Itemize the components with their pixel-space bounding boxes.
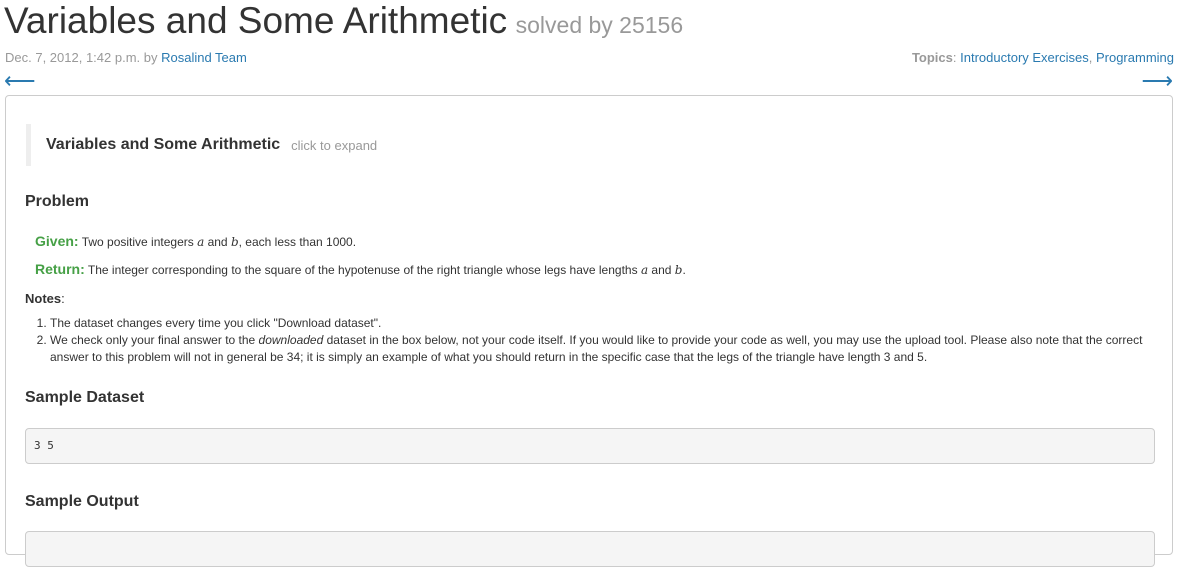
notes-label-row: Notes: — [25, 291, 65, 306]
note-item: The dataset changes every time you click… — [50, 315, 1177, 332]
note-item: We check only your final answer to the d… — [50, 332, 1177, 366]
given-tail: , each less than 1000. — [238, 235, 357, 249]
topic-link-programming[interactable]: Programming — [1096, 50, 1174, 65]
topics: Topics: Introductory Exercises, Programm… — [912, 50, 1174, 65]
given-line: Given: Two positive integers a and b, ea… — [35, 233, 356, 249]
var-b: b — [230, 235, 239, 249]
note2-text: We check only your final answer to the — [50, 333, 259, 347]
sample-output-heading: Sample Output — [25, 493, 139, 510]
return-label: Return: — [35, 261, 85, 277]
problem-meta: Dec. 7, 2012, 1:42 p.m. by Rosalind Team — [5, 50, 247, 65]
expand-section[interactable]: Variables and Some Arithmetic click to e… — [26, 124, 1126, 166]
sample-dataset-heading: Sample Dataset — [25, 389, 145, 406]
page-title: Variables and Some Arithmetic — [4, 0, 508, 41]
expand-title: Variables and Some Arithmetic — [46, 136, 281, 153]
return-text: The integer corresponding to the square … — [84, 263, 641, 277]
problem-panel: Variables and Some Arithmetic click to e… — [5, 95, 1173, 567]
previous-problem-arrow-icon[interactable]: ⟵ — [4, 70, 36, 92]
given-label: Given: — [35, 233, 79, 249]
publish-date: Dec. 7, 2012, 1:42 p.m. by — [5, 50, 162, 65]
given-text: Two positive integers — [78, 235, 198, 249]
notes-list: The dataset changes every time you click… — [22, 315, 1177, 366]
note2-emphasis: downloaded — [258, 333, 324, 347]
given-and: and — [204, 235, 231, 249]
author-link[interactable]: Rosalind Team — [161, 50, 247, 65]
topic-link-introductory-exercises[interactable]: Introductory Exercises — [960, 50, 1089, 65]
return-tail: . — [682, 263, 686, 277]
problem-heading: Problem — [25, 193, 90, 210]
next-problem-arrow-icon[interactable]: ⟶ — [1141, 70, 1173, 92]
notes-label: Notes — [25, 291, 62, 306]
topics-label: Topics — [911, 50, 953, 65]
solved-count: solved by 25156 — [515, 12, 684, 38]
sample-output-box — [25, 531, 1155, 567]
page-title-row: Variables and Some Arithmetic solved by … — [4, 0, 683, 42]
sample-dataset-box: 3 5 — [25, 428, 1155, 464]
notes-colon: : — [61, 291, 65, 306]
topics-comma: , — [1088, 50, 1096, 65]
return-and: and — [648, 263, 675, 277]
expand-hint[interactable]: click to expand — [291, 138, 377, 153]
return-line: Return: The integer corresponding to the… — [35, 261, 686, 277]
